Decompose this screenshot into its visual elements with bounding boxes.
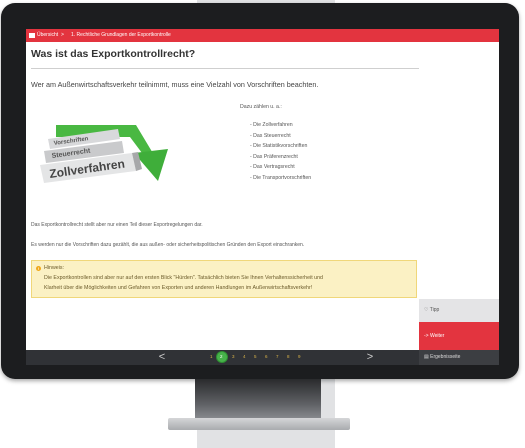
page-number-current[interactable]: 2: [220, 354, 223, 359]
list-item: - Die Zollverfahren: [250, 122, 293, 128]
monitor-frame: Übersicht > 1. Rechtliche Grundlagen der…: [1, 3, 519, 379]
zollverfahren-illustration: Vorschriften Steuerrecht Zollverfahren: [40, 125, 168, 183]
page-number[interactable]: 3: [232, 354, 235, 359]
breadcrumb-separator: >: [61, 32, 64, 38]
top-bar: Übersicht > 1. Rechtliche Grundlagen der…: [26, 29, 499, 42]
document-icon: ▤: [424, 354, 429, 360]
next-page-button[interactable]: >: [363, 350, 377, 365]
list-item: - Die Statistikvorschriften: [250, 143, 308, 149]
page-title: Was ist das Exportkontrollrecht?: [31, 48, 196, 60]
page-number[interactable]: 9: [298, 354, 301, 359]
page-number[interactable]: 5: [254, 354, 257, 359]
title-divider: [31, 68, 419, 69]
page-number[interactable]: 1: [210, 354, 213, 359]
previous-page-button[interactable]: <: [155, 350, 169, 365]
page-number[interactable]: 8: [287, 354, 290, 359]
monitor-stand-base: [168, 418, 350, 430]
grid-icon: [29, 33, 35, 38]
tipp-button[interactable]: ♡ Tipp: [419, 299, 499, 322]
breadcrumb-current[interactable]: 1. Rechtliche Grundlagen der Exportkontr…: [71, 29, 171, 42]
page-number[interactable]: 4: [243, 354, 246, 359]
hint-text-line-2: Klarheit über die Möglichkeiten und Gefa…: [44, 285, 313, 291]
tipp-label: Tipp: [429, 307, 440, 313]
list-item: - Das Präferenzrecht: [250, 153, 298, 160]
home-button[interactable]: Übersicht: [29, 29, 58, 42]
page-number[interactable]: 6: [265, 354, 268, 359]
weiter-label: -> Weiter: [424, 333, 445, 339]
list-item: - Das Vertragsrecht: [250, 164, 295, 170]
intro-text: Wer am Außenwirtschaftsverkehr teilnimmt…: [31, 80, 319, 89]
hint-box: ! Hinweis: Die Exportkontrollen sind abe…: [31, 260, 417, 298]
home-label: Übersicht: [37, 32, 59, 38]
chevron-right-icon: >: [366, 351, 374, 363]
paragraph-2: Es werden nur die Vorschriften dazu gezä…: [31, 242, 305, 248]
page-number[interactable]: 7: [276, 354, 279, 359]
list-item: - Die Transportvorschriften: [250, 174, 312, 181]
chevron-left-icon: <: [158, 351, 166, 363]
hint-title: Hinweis:: [44, 265, 65, 271]
list-intro: Dazu zählen u. a.:: [240, 104, 282, 110]
list-item: - Das Steuerrecht: [250, 132, 291, 139]
heart-icon: ♡: [424, 307, 429, 313]
monitor-stand-neck: [195, 379, 321, 420]
rules-list: - Die Zollverfahren - Das Steuerrecht - …: [250, 120, 311, 183]
screen: Übersicht > 1. Rechtliche Grundlagen der…: [26, 29, 499, 365]
results-label: Ergebnisseite: [430, 354, 461, 360]
weiter-button[interactable]: -> Weiter: [419, 322, 499, 350]
paragraph-1: Das Exportkontrollrecht stellt aber nur …: [31, 222, 203, 228]
info-icon: !: [36, 266, 41, 271]
hint-text-line-1: Die Exportkontrollen sind aber nur auf d…: [44, 275, 323, 281]
results-page-button[interactable]: ▤ Ergebnisseite: [419, 350, 499, 365]
